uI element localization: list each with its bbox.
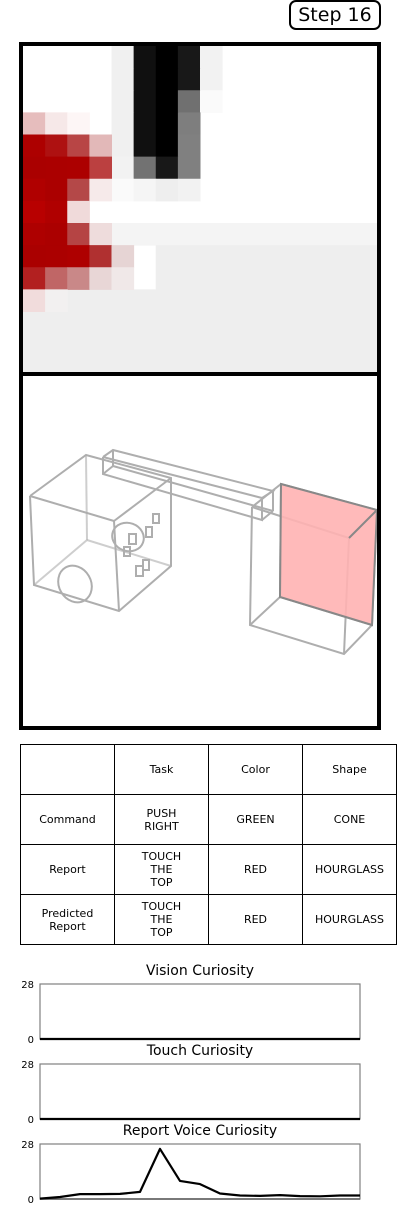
cube-wireframe xyxy=(29,453,172,613)
shape-cell: HOURGLASS xyxy=(302,844,397,895)
table-header-cell: Shape xyxy=(302,744,397,795)
scene-render xyxy=(29,448,377,656)
table-header-cell xyxy=(20,744,115,795)
status-table: Task Color Shape Command PUSH RIGHT GREEN… xyxy=(20,744,397,945)
task-cell: TOUCH THE TOP xyxy=(114,844,209,895)
y-tick-label: 28 xyxy=(21,1140,34,1151)
color-cell: GREEN xyxy=(208,794,303,845)
y-tick-label: 28 xyxy=(21,1060,34,1071)
table-row: Command PUSH RIGHT GREEN CONE xyxy=(20,794,397,845)
scene-render-panel xyxy=(19,372,381,730)
table-row: Report TOUCH THE TOP RED HOURGLASS xyxy=(20,844,397,895)
report-voice-curiosity-chart: Report Voice Curiosity 28 0 xyxy=(0,1123,400,1205)
highlighted-face xyxy=(278,482,377,627)
row-label: Predicted Report xyxy=(20,894,115,945)
row-label: Report xyxy=(20,844,115,895)
table-header-cell: Task xyxy=(114,744,209,795)
table-header-cell: Color xyxy=(208,744,303,795)
chart-plot: 28 0 xyxy=(21,1060,361,1123)
touch-curiosity-chart: Touch Curiosity 28 0 xyxy=(0,1043,400,1123)
shape-cell: HOURGLASS xyxy=(302,894,397,945)
task-cell: PUSH RIGHT xyxy=(114,794,209,845)
y-tick-label: 0 xyxy=(28,1195,34,1205)
color-cell: RED xyxy=(208,894,303,945)
chart-plot: 28 0 xyxy=(21,980,361,1043)
y-tick-label: 0 xyxy=(28,1035,34,1043)
plot-frame xyxy=(39,1143,361,1200)
chart-plot: 28 0 xyxy=(21,1140,361,1205)
y-tick-label: 0 xyxy=(28,1115,34,1123)
table-row: Predicted Report TOUCH THE TOP RED HOURGLAS… xyxy=(20,894,397,945)
task-cell: TOUCH THE TOP xyxy=(114,894,209,945)
color-cell: RED xyxy=(208,844,303,895)
shape-cell: CONE xyxy=(302,794,397,845)
vision-panel xyxy=(19,42,381,376)
vision-image xyxy=(23,46,377,372)
vision-curiosity-chart: Vision Curiosity 28 0 xyxy=(0,963,400,1043)
row-label: Command xyxy=(20,794,115,845)
plot-frame xyxy=(39,1063,361,1120)
y-tick-label: 28 xyxy=(21,980,34,991)
table-header-row: Task Color Shape xyxy=(20,744,397,795)
series-line xyxy=(39,1147,360,1200)
plot-frame xyxy=(39,983,361,1040)
step-counter: Step 16 xyxy=(289,0,381,30)
